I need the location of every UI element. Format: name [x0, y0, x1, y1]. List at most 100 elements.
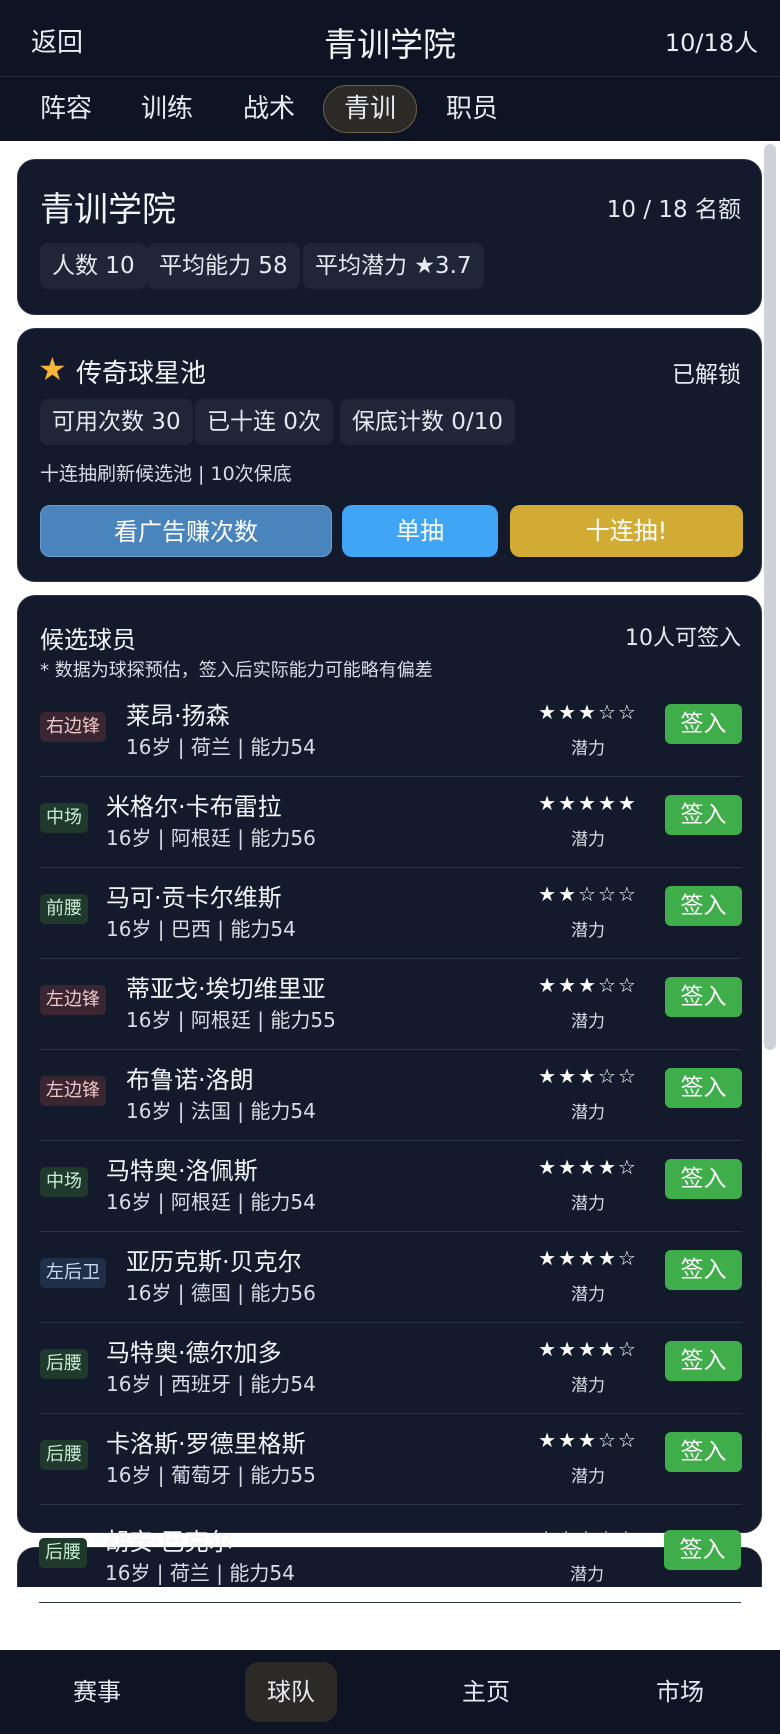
sign-button[interactable]: 签入 — [664, 1530, 741, 1570]
position-badge: 后腰 — [40, 1349, 88, 1379]
stat-chip-ten-draws: 已十连 0次 — [195, 399, 333, 445]
potential-label: 潜力 — [570, 1565, 604, 1585]
position-badge: 后腰 — [40, 1440, 88, 1470]
position-badge: 左边锋 — [40, 1076, 106, 1106]
nav-home[interactable]: 主页 — [440, 1662, 532, 1722]
tab-tactics[interactable]: 战术 — [229, 85, 309, 133]
nav-matches[interactable]: 赛事 — [51, 1662, 143, 1722]
potential-label: 潜力 — [571, 1467, 605, 1487]
potential-stars: ★★★☆☆ — [538, 1064, 638, 1088]
player-name: 米格尔·卡布雷拉 — [106, 793, 282, 821]
potential-stars: ★★☆☆☆ — [537, 1526, 637, 1550]
potential-label: 潜力 — [571, 1285, 605, 1305]
potential-label: 潜力 — [571, 1103, 605, 1123]
tab-youth[interactable]: 青训 — [323, 85, 417, 133]
sign-button[interactable]: 签入 — [665, 1159, 742, 1199]
tab-bar: 阵容 训练 战术 青训 职员 — [0, 77, 780, 141]
stat-chip-available-draws: 可用次数 30 — [40, 399, 193, 445]
tab-training[interactable]: 训练 — [127, 85, 207, 133]
player-row: 中场 米格尔·卡布雷拉 16岁 | 阿根廷 | 能力56 ★★★★★ 潜力 签入 — [40, 777, 742, 868]
nav-team[interactable]: 球队 — [245, 1662, 337, 1722]
academy-title: 青训学院 — [40, 190, 176, 230]
potential-stars: ★★★★★ — [538, 791, 638, 815]
potential-stars: ★★★★☆ — [538, 1155, 638, 1179]
player-name: 卡洛斯·罗德里格斯 — [106, 1430, 306, 1458]
player-row: 右边锋 莱昂·扬森 16岁 | 荷兰 | 能力54 ★★★☆☆ 潜力 签入 — [40, 686, 742, 777]
player-name: 马可·贡卡尔维斯 — [106, 884, 282, 912]
position-badge: 前腰 — [40, 894, 88, 924]
candidates-count: 10人可签入 — [625, 626, 741, 651]
candidates-card: 候选球员 10人可签入 * 数据为球探预估，签入后实际能力可能略有偏差 右边锋 … — [17, 595, 762, 1533]
player-info: 16岁 | 阿根廷 | 能力54 — [106, 1190, 316, 1214]
watch-ad-button[interactable]: 看广告赚次数 — [40, 505, 332, 557]
bottom-nav: 赛事 球队 主页 市场 — [0, 1650, 780, 1734]
potential-stars: ★★★☆☆ — [538, 1428, 638, 1452]
player-name: 莱昂·扬森 — [126, 702, 230, 730]
potential-stars: ★★☆☆☆ — [538, 882, 638, 906]
potential-label: 潜力 — [571, 1194, 605, 1214]
player-row: 左边锋 蒂亚戈·埃切维里亚 16岁 | 阿根廷 | 能力55 ★★★☆☆ 潜力 … — [40, 959, 742, 1050]
player-row: 后腰 胡安·巴克尔 16岁 | 荷兰 | 能力54 ★★☆☆☆ 潜力 签入 — [39, 1512, 741, 1603]
tab-lineup[interactable]: 阵容 — [26, 85, 106, 133]
position-badge: 左边锋 — [40, 985, 106, 1015]
sign-button[interactable]: 签入 — [665, 1068, 742, 1108]
page-title: 青训学院 — [324, 25, 456, 64]
nav-market[interactable]: 市场 — [634, 1662, 726, 1722]
player-name: 马特奥·德尔加多 — [106, 1339, 282, 1367]
player-name: 马特奥·洛佩斯 — [106, 1157, 258, 1185]
player-row: 左后卫 亚历克斯·贝克尔 16岁 | 德国 | 能力56 ★★★★☆ 潜力 签入 — [40, 1232, 742, 1323]
academy-card: 青训学院 10 / 18 名额 人数 10 平均能力 58 平均潜力 ★3.7 — [17, 159, 762, 315]
sign-button[interactable]: 签入 — [665, 1432, 742, 1472]
potential-label: 潜力 — [571, 1012, 605, 1032]
potential-label: 潜力 — [571, 739, 605, 759]
pool-note: 十连抽刷新候选池 | 10次保底 — [40, 463, 292, 485]
scrollbar[interactable] — [764, 144, 776, 1050]
sign-button[interactable]: 签入 — [665, 886, 742, 926]
player-info: 16岁 | 葡萄牙 | 能力55 — [106, 1463, 316, 1487]
player-name: 亚历克斯·贝克尔 — [126, 1248, 302, 1276]
potential-stars: ★★★★☆ — [538, 1337, 638, 1361]
position-badge: 中场 — [40, 803, 88, 833]
potential-label: 潜力 — [571, 830, 605, 850]
player-name: 胡安·巴克尔 — [105, 1528, 233, 1556]
stat-chip-avg-potential: 平均潜力 ★3.7 — [303, 243, 484, 289]
position-badge: 右边锋 — [40, 712, 106, 742]
candidates-title: 候选球员 — [40, 626, 136, 654]
player-info: 16岁 | 荷兰 | 能力54 — [126, 735, 316, 759]
top-bar: 返回 青训学院 10/18人 — [0, 0, 780, 77]
sign-button[interactable]: 签入 — [665, 977, 742, 1017]
sign-button[interactable]: 签入 — [665, 1341, 742, 1381]
player-info: 16岁 | 阿根廷 | 能力56 — [106, 826, 316, 850]
ten-draw-button[interactable]: 十连抽! — [510, 505, 743, 557]
stat-chip-avg-ability: 平均能力 58 — [147, 243, 300, 289]
potential-stars: ★★★☆☆ — [538, 973, 638, 997]
potential-stars: ★★★☆☆ — [538, 700, 638, 724]
player-row: 前腰 马可·贡卡尔维斯 16岁 | 巴西 | 能力54 ★★☆☆☆ 潜力 签入 — [40, 868, 742, 959]
player-info: 16岁 | 荷兰 | 能力54 — [105, 1561, 295, 1585]
player-row: 左边锋 布鲁诺·洛朗 16岁 | 法国 | 能力54 ★★★☆☆ 潜力 签入 — [40, 1050, 742, 1141]
legend-pool-card: ★ 传奇球星池 已解锁 可用次数 30 已十连 0次 保底计数 0/10 十连抽… — [17, 328, 762, 582]
roster-count: 10/18人 — [664, 29, 758, 57]
player-row: 后腰 卡洛斯·罗德里格斯 16岁 | 葡萄牙 | 能力55 ★★★☆☆ 潜力 签… — [40, 1414, 742, 1505]
position-badge: 中场 — [40, 1167, 88, 1197]
pool-status: 已解锁 — [672, 362, 741, 388]
player-info: 16岁 | 德国 | 能力56 — [126, 1281, 316, 1305]
player-row: 后腰 马特奥·德尔加多 16岁 | 西班牙 | 能力54 ★★★★☆ 潜力 签入 — [40, 1323, 742, 1414]
sign-button[interactable]: 签入 — [665, 704, 742, 744]
player-row: 中场 马特奥·洛佩斯 16岁 | 阿根廷 | 能力54 ★★★★☆ 潜力 签入 — [40, 1141, 742, 1232]
star-icon: ★ — [38, 350, 67, 388]
stat-chip-count: 人数 10 — [40, 243, 147, 289]
tab-staff[interactable]: 职员 — [432, 85, 512, 133]
content-area[interactable]: 青训学院 10 / 18 名额 人数 10 平均能力 58 平均潜力 ★3.7 … — [0, 141, 780, 1650]
position-badge: 左后卫 — [40, 1258, 106, 1288]
pool-title: 传奇球星池 — [76, 359, 207, 389]
scout-disclaimer: * 数据为球探预估，签入后实际能力可能略有偏差 — [40, 660, 433, 681]
sign-button[interactable]: 签入 — [665, 795, 742, 835]
player-info: 16岁 | 阿根廷 | 能力55 — [126, 1008, 336, 1032]
single-draw-button[interactable]: 单抽 — [342, 505, 498, 557]
stat-chip-pity-counter: 保底计数 0/10 — [340, 399, 515, 445]
position-badge: 后腰 — [39, 1538, 87, 1568]
sign-button[interactable]: 签入 — [665, 1250, 742, 1290]
player-name: 蒂亚戈·埃切维里亚 — [126, 975, 326, 1003]
player-info: 16岁 | 巴西 | 能力54 — [106, 917, 296, 941]
